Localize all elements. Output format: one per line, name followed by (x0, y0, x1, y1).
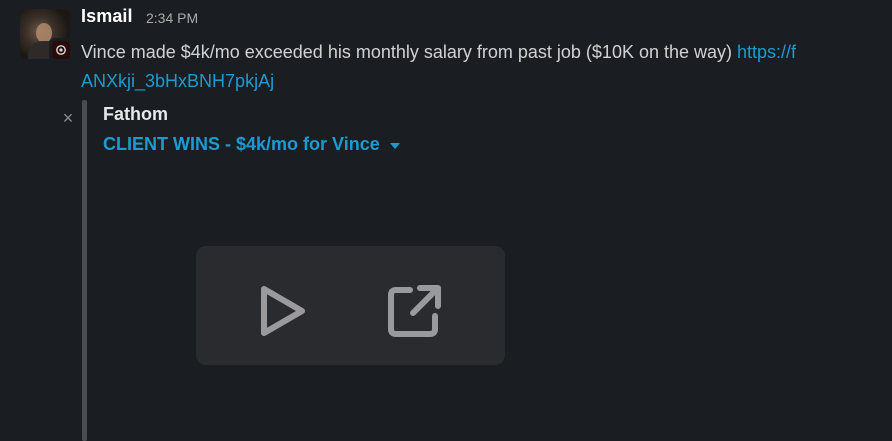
caret-down-icon[interactable] (389, 142, 400, 149)
timestamp[interactable]: 2:34 PM (146, 10, 198, 26)
video-controls (196, 246, 505, 365)
message-link-continued[interactable]: ANXkji_3bHxBNH7pkjAj (81, 67, 274, 96)
external-link-icon (388, 285, 441, 337)
play-button[interactable] (252, 281, 312, 341)
status-badge-icon (49, 38, 73, 62)
close-icon[interactable]: × (60, 108, 76, 128)
attachment-title-link[interactable]: CLIENT WINS - $4k/mo for Vince (103, 134, 400, 155)
message-link[interactable]: https://f (737, 42, 796, 62)
message-body: Vince made $4k/mo exceeded his monthly s… (81, 42, 738, 62)
attachment-bar (82, 100, 87, 441)
message: Ismail 2:34 PM Vince made $4k/mo exceede… (0, 0, 892, 441)
attachment-title[interactable]: CLIENT WINS - $4k/mo for Vince (103, 134, 380, 155)
attachment-source: Fathom (103, 104, 168, 124)
message-text: Vince made $4k/mo exceeded his monthly s… (81, 38, 892, 67)
username[interactable]: Ismail (81, 6, 133, 27)
play-icon (261, 286, 305, 336)
open-external-button[interactable] (385, 281, 445, 341)
